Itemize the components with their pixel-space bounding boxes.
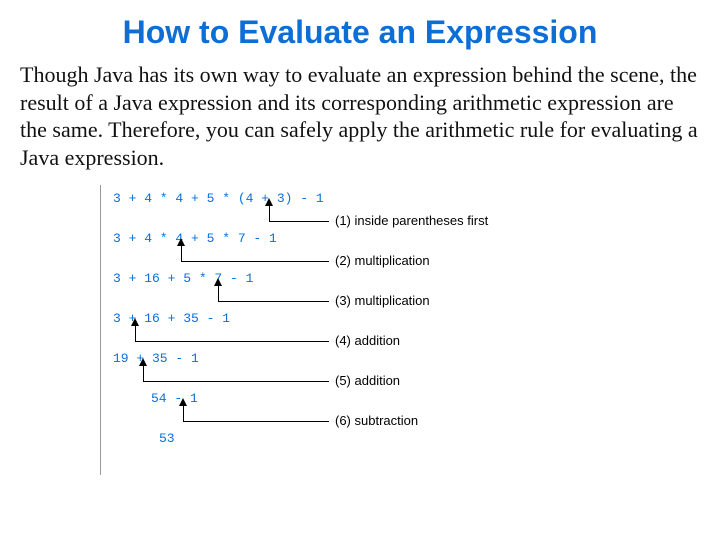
arrow-leader — [269, 221, 329, 222]
arrow-icon — [218, 285, 219, 301]
arrow-leader — [218, 301, 329, 302]
expr-line-3: 3 + 16 + 5 * 7 - 1 — [113, 271, 253, 286]
expr-line-2: 3 + 4 * 4 + 5 * 7 - 1 — [113, 231, 277, 246]
arrow-icon — [181, 245, 182, 261]
note-6: (6) subtraction — [335, 413, 418, 428]
slide: How to Evaluate an Expression Though Jav… — [0, 0, 720, 475]
expr-line-6: 54 - 1 — [151, 391, 198, 406]
note-4: (4) addition — [335, 333, 400, 348]
note-5: (5) addition — [335, 373, 400, 388]
note-3: (3) multiplication — [335, 293, 430, 308]
body-paragraph: Though Java has its own way to evaluate … — [20, 61, 700, 171]
expr-line-7: 53 — [159, 431, 175, 446]
arrow-icon — [135, 325, 136, 341]
arrow-leader — [181, 261, 329, 262]
note-1: (1) inside parentheses first — [335, 213, 488, 228]
arrow-icon — [269, 205, 270, 221]
arrow-leader — [183, 421, 329, 422]
note-2: (2) multiplication — [335, 253, 430, 268]
expr-line-1: 3 + 4 * 4 + 5 * (4 + 3) - 1 — [113, 191, 324, 206]
expr-line-5: 19 + 35 - 1 — [113, 351, 199, 366]
arrow-icon — [143, 365, 144, 381]
arrow-leader — [143, 381, 329, 382]
evaluation-diagram: 3 + 4 * 4 + 5 * (4 + 3) - 1 (1) inside p… — [100, 185, 601, 475]
arrow-leader — [135, 341, 329, 342]
arrow-icon — [183, 405, 184, 421]
slide-title: How to Evaluate an Expression — [20, 14, 700, 51]
